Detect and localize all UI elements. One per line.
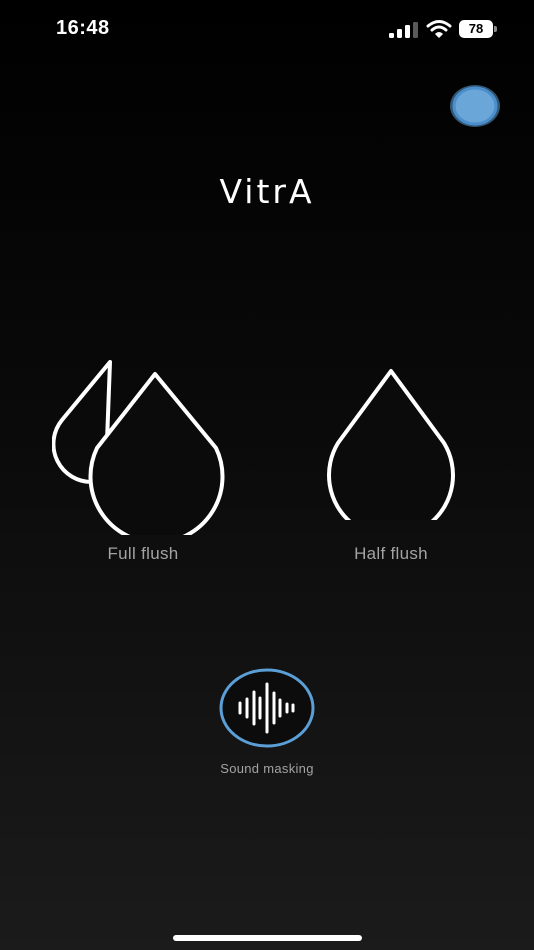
status-time: 16:48 — [56, 17, 110, 39]
sound-wave-icon — [219, 668, 315, 748]
brand-logo: VitrA — [219, 172, 315, 211]
battery-icon: 78 — [459, 20, 498, 38]
battery-cap — [494, 26, 497, 32]
full-flush-button[interactable]: Full flush — [52, 355, 232, 565]
sound-masking-label: Sound masking — [220, 761, 314, 776]
sound-masking-button[interactable] — [216, 665, 318, 751]
signal-icon — [389, 22, 418, 38]
battery-level: 78 — [468, 21, 484, 36]
wifi-icon — [426, 20, 452, 38]
water-drop-icon — [327, 369, 455, 520]
half-flush-button[interactable]: Half flush — [310, 365, 472, 565]
half-flush-label: Half flush — [354, 544, 428, 563]
home-indicator[interactable] — [173, 935, 362, 941]
status-bar: 16:48 78 — [0, 0, 534, 58]
full-flush-label: Full flush — [107, 544, 179, 563]
profile-circle-icon[interactable] — [448, 82, 502, 130]
double-water-drop-icon — [52, 360, 225, 535]
